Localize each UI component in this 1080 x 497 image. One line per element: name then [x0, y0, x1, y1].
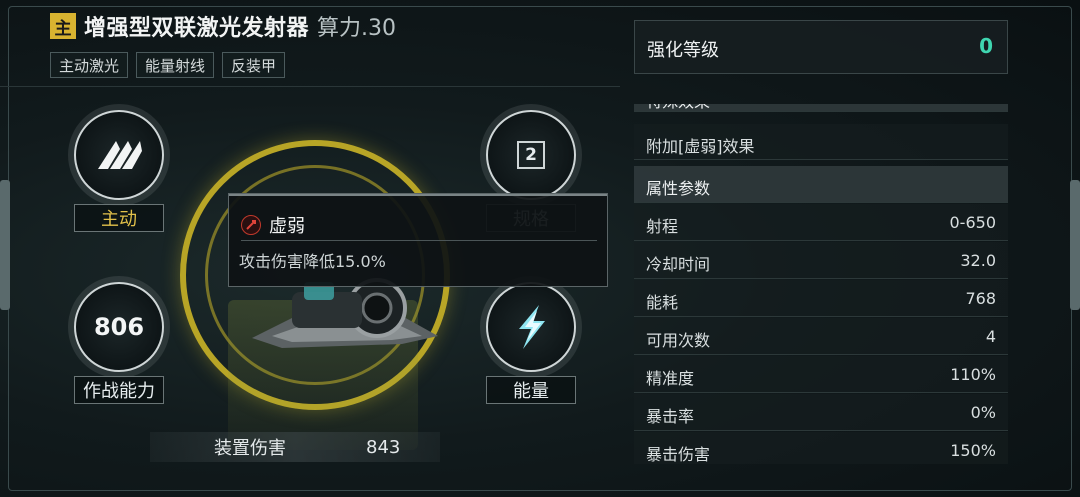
attribute-name: 能耗: [646, 293, 679, 312]
spec-node[interactable]: 2: [486, 110, 576, 200]
device-damage-value: 843: [366, 436, 401, 458]
tag-energy-beam: 能量射线: [136, 52, 215, 78]
attribute-row: 能耗 768: [634, 280, 1008, 317]
item-tags: 主动激光 能量射线 反装甲: [50, 52, 286, 78]
weapon-type-label: 主动: [74, 204, 164, 232]
energy-bolt-icon: [519, 305, 545, 349]
attribute-row: 暴击率 0%: [634, 394, 1008, 431]
attribute-value: 4: [985, 327, 996, 346]
stats-panel: 强化等级 0 特殊效果 附加[虚弱]效果 属性参数 射程 0-650 冷却时间 …: [634, 0, 1008, 497]
attribute-name: 暴击伤害: [646, 445, 711, 464]
device-damage-bar: 装置伤害 843: [150, 432, 440, 462]
enhance-level-label: 强化等级: [647, 40, 719, 61]
laser-type-icon: [98, 141, 142, 169]
device-damage-label: 装置伤害: [214, 438, 286, 459]
weapon-type-node[interactable]: [74, 110, 164, 200]
enhance-level-box[interactable]: 强化等级 0: [634, 20, 1008, 74]
weaken-debuff-icon: [241, 215, 261, 235]
main-slot-badge: 主: [50, 13, 76, 39]
compute-cost: 算力.30: [317, 16, 397, 41]
attribute-name: 射程: [646, 217, 679, 236]
attribute-value: 0%: [970, 403, 996, 422]
tooltip-description: 攻击伤害降低15.0%: [239, 252, 386, 271]
attribute-row: 射程 0-650: [634, 204, 1008, 241]
attribute-name: 暴击率: [646, 407, 695, 426]
special-effect-text: 附加[虚弱]效果: [646, 137, 755, 156]
attribute-value: 0-650: [949, 213, 997, 232]
attribute-value: 32.0: [960, 251, 996, 270]
tag-anti-armor: 反装甲: [222, 52, 286, 78]
attribute-name: 精准度: [646, 369, 695, 388]
tooltip-divider: [241, 240, 597, 241]
special-effect-header-label: 特殊效果: [646, 104, 710, 112]
tooltip-header: 虚弱: [241, 212, 305, 238]
attribute-name: 冷却时间: [646, 255, 711, 274]
attributes-header: 属性参数: [634, 166, 1008, 203]
item-header: 主 增强型双联激光发射器 算力.30 主动激光 能量射线 反装甲: [44, 0, 444, 90]
attributes-header-label: 属性参数: [646, 179, 711, 198]
combat-power-value: 806: [93, 313, 145, 341]
attribute-row: 精准度 110%: [634, 356, 1008, 393]
attribute-value: 110%: [950, 365, 996, 384]
tooltip-top-edge: [229, 194, 607, 196]
attribute-row: 可用次数 4: [634, 318, 1008, 355]
energy-node[interactable]: [486, 282, 576, 372]
right-side-tab[interactable]: [1070, 180, 1080, 310]
attribute-value: 150%: [950, 441, 996, 460]
header-divider: [0, 86, 620, 87]
spec-value: 2: [517, 141, 545, 169]
weapon-model-image: [252, 278, 438, 348]
stats-scroll-list[interactable]: 特殊效果 附加[虚弱]效果 属性参数 射程 0-650 冷却时间 32.0 能耗…: [634, 104, 1008, 464]
left-side-tab[interactable]: [0, 180, 10, 310]
tooltip-title: 虚弱: [269, 216, 305, 237]
attribute-value: 768: [965, 289, 996, 308]
combat-power-label: 作战能力: [74, 376, 164, 404]
item-title: 增强型双联激光发射器: [84, 16, 310, 41]
special-effect-row: 附加[虚弱]效果: [634, 124, 1008, 160]
enhance-level-value: 0: [979, 34, 993, 58]
attribute-row: 冷却时间 32.0: [634, 242, 1008, 279]
special-effect-header: 特殊效果: [634, 104, 1008, 112]
tag-active-laser: 主动激光: [50, 52, 129, 78]
combat-power-node[interactable]: 806: [74, 282, 164, 372]
title-row: 主 增强型双联激光发射器 算力.30: [50, 10, 396, 42]
attribute-row: 暴击伤害 150%: [634, 432, 1008, 464]
energy-label: 能量: [486, 376, 576, 404]
attribute-name: 可用次数: [646, 331, 711, 350]
debuff-tooltip: 虚弱 攻击伤害降低15.0%: [228, 193, 608, 287]
